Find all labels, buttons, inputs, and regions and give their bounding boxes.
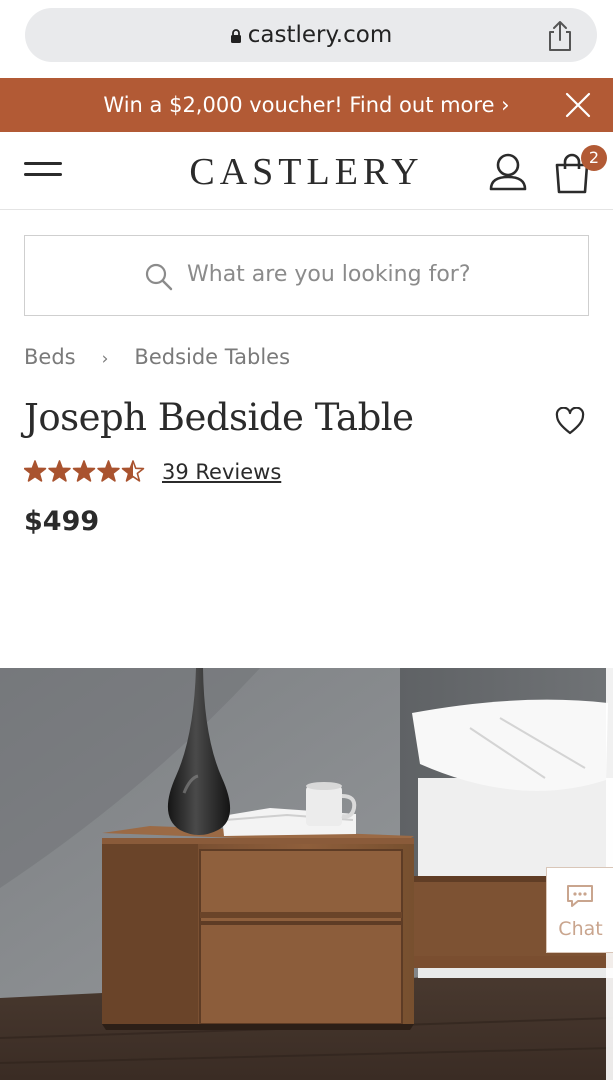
site-header: CASTLERY 2 <box>0 132 613 210</box>
breadcrumb-item-bedside-tables[interactable]: Bedside Tables <box>134 345 290 369</box>
browser-toolbar: castlery.com <box>0 0 613 78</box>
address-bar[interactable]: castlery.com <box>25 8 597 62</box>
cart-button[interactable]: 2 <box>552 145 607 196</box>
menu-icon[interactable] <box>24 162 62 182</box>
chat-label: Chat <box>558 918 603 940</box>
breadcrumb: Beds › Bedside Tables <box>24 345 290 369</box>
product-photo-illustration <box>0 668 613 1080</box>
star-rating <box>24 460 145 482</box>
share-icon[interactable] <box>545 20 575 52</box>
star-icon <box>97 460 120 482</box>
promo-text[interactable]: Win a $2,000 voucher! Find out more › <box>0 93 613 117</box>
star-icon <box>121 460 145 482</box>
star-icon <box>72 460 96 482</box>
product-title: Joseph Bedside Table <box>24 396 414 439</box>
star-icon <box>48 460 71 482</box>
reviews-link[interactable]: 39 Reviews <box>162 460 281 484</box>
lock-icon <box>230 29 241 43</box>
search-icon <box>145 263 173 291</box>
chat-icon <box>567 885 593 907</box>
search-input[interactable]: What are you looking for? <box>24 235 589 316</box>
cart-count-badge: 2 <box>581 145 607 171</box>
url-display[interactable]: castlery.com <box>25 22 597 48</box>
chat-button[interactable]: Chat <box>546 867 613 953</box>
breadcrumb-item-beds[interactable]: Beds <box>24 345 76 369</box>
promo-banner[interactable]: Win a $2,000 voucher! Find out more › <box>0 78 613 132</box>
heart-icon[interactable] <box>555 407 585 435</box>
product-price: $499 <box>24 506 100 537</box>
star-icon <box>24 460 47 482</box>
url-text: castlery.com <box>247 22 393 48</box>
product-image[interactable] <box>0 668 613 1080</box>
breadcrumb-separator: › <box>101 349 109 369</box>
close-icon[interactable] <box>565 92 591 118</box>
user-icon[interactable] <box>488 152 528 192</box>
search-placeholder: What are you looking for? <box>187 262 471 287</box>
